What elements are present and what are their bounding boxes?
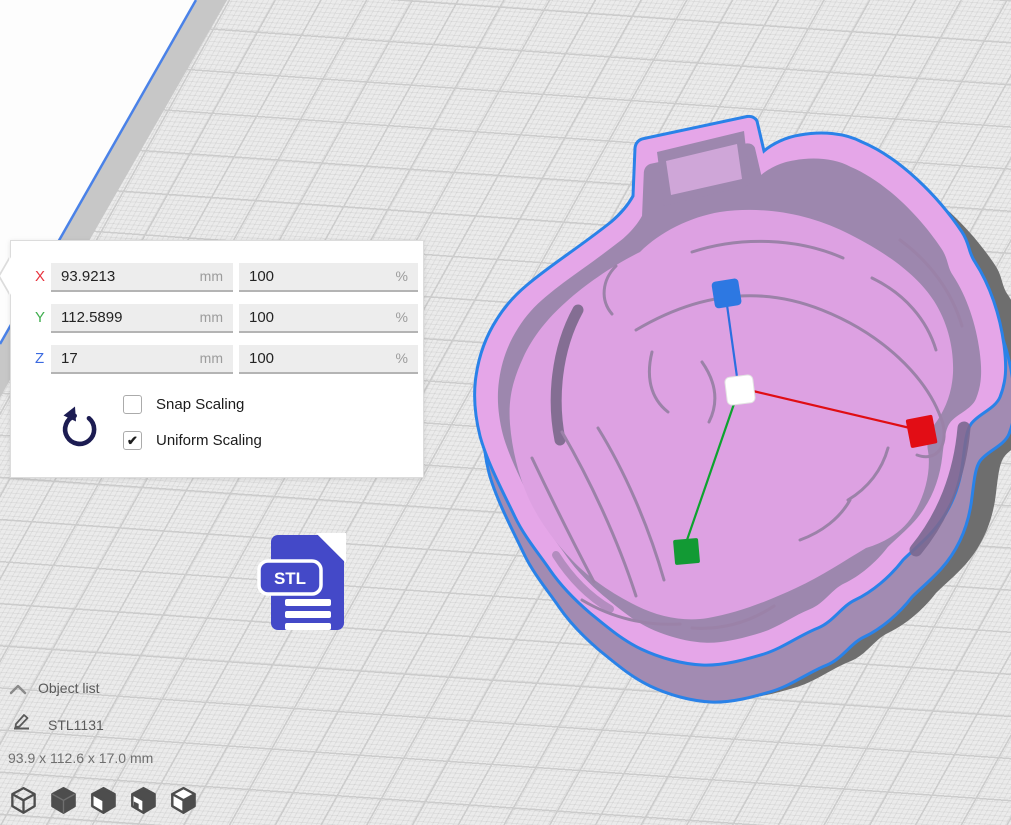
y-percent-input[interactable] [239, 304, 418, 331]
z-percent-field[interactable]: % [239, 345, 418, 374]
mesh-type-buttons [8, 785, 199, 816]
solid-cube-button[interactable] [48, 785, 79, 816]
uniform-scaling-checkbox[interactable]: ✔ [123, 431, 142, 450]
rename-pencil-icon[interactable] [12, 711, 32, 731]
z-mm-input[interactable] [51, 345, 233, 372]
x-mm-input[interactable] [51, 263, 233, 290]
scale-row-x: X mm % [11, 263, 423, 292]
object-list-label[interactable]: Object list [38, 680, 99, 696]
chevron-up-icon[interactable] [9, 684, 27, 695]
stl-file-icon[interactable]: STL [256, 531, 350, 635]
axis-x-label: X [35, 268, 51, 285]
scale-handle-y[interactable] [673, 538, 700, 565]
3d-viewport: STL X mm % Y mm [0, 0, 1011, 825]
scale-handle-x[interactable] [906, 415, 938, 449]
axis-y-label: Y [35, 309, 51, 326]
reset-scale-button[interactable] [55, 401, 103, 449]
axis-z-label: Z [35, 350, 51, 367]
x-mm-field[interactable]: mm [51, 263, 233, 292]
panel-pointer-notch [0, 257, 11, 295]
cube-white-front-button[interactable] [88, 785, 119, 816]
x-percent-input[interactable] [239, 263, 418, 290]
y-percent-field[interactable]: % [239, 304, 418, 333]
checkbox-checkmark-icon: ✔ [127, 434, 138, 447]
cube-modifier-button[interactable] [128, 785, 159, 816]
document-text-line [285, 623, 331, 630]
model-3d[interactable] [475, 116, 1011, 702]
x-percent-field[interactable]: % [239, 263, 418, 292]
z-mm-field[interactable]: mm [51, 345, 233, 374]
y-mm-input[interactable] [51, 304, 233, 331]
y-mm-field[interactable]: mm [51, 304, 233, 333]
scale-row-z: Z mm % [11, 345, 423, 374]
reset-icon [55, 401, 103, 449]
snap-scaling-checkbox[interactable] [123, 395, 142, 414]
object-dimensions: 93.9 x 112.6 x 17.0 mm [8, 750, 153, 766]
uniform-scaling-option[interactable]: ✔ Uniform Scaling [123, 430, 262, 450]
snap-scaling-option[interactable]: Snap Scaling [123, 394, 244, 414]
snap-scaling-label: Snap Scaling [156, 396, 244, 413]
document-text-line [285, 599, 331, 606]
z-percent-input[interactable] [239, 345, 418, 372]
cube-white-top-button[interactable] [168, 785, 199, 816]
uniform-scaling-label: Uniform Scaling [156, 432, 262, 449]
scale-tool-panel: X mm % Y mm % Z mm [10, 240, 424, 478]
scale-handle-z[interactable] [711, 278, 742, 309]
document-text-line [285, 611, 331, 618]
normal-model-cube-button[interactable] [8, 785, 39, 816]
scale-row-y: Y mm % [11, 304, 423, 333]
object-name[interactable]: STL1131 [48, 717, 104, 733]
stl-badge-label: STL [274, 569, 306, 588]
scale-handle-center[interactable] [724, 374, 755, 405]
